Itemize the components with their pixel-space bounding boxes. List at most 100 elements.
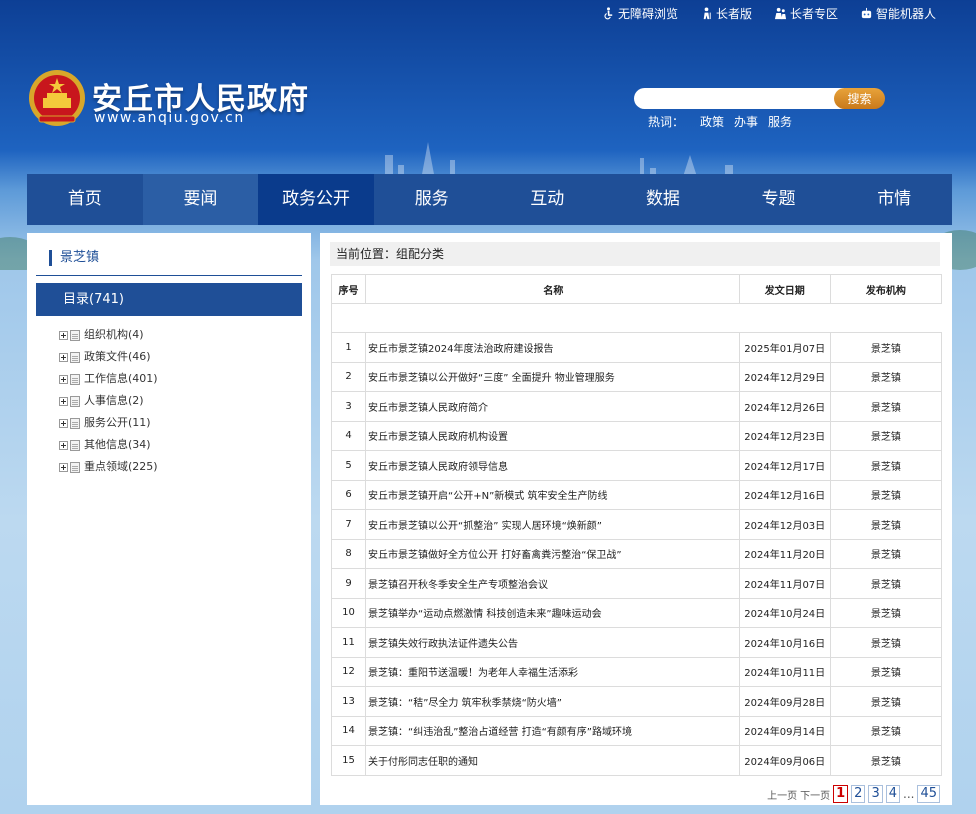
row-title-link[interactable]: 安丘市景芝镇人民政府机构设置 [368, 432, 508, 443]
tree-item-label: 其他信息(34) [84, 438, 151, 451]
table-header-row: 序号 名称 发文日期 发布机构 [330, 274, 943, 304]
tree-item[interactable]: 政策文件(46) [59, 346, 158, 368]
expand-icon[interactable] [59, 374, 68, 384]
search-input[interactable] [634, 88, 844, 109]
expand-icon[interactable] [59, 330, 68, 340]
prev-page-button[interactable]: 上一页 [767, 787, 797, 802]
row-title-cell: 景芝镇：重阳节送温暖！为老年人幸福生活添彩 [365, 656, 740, 687]
row-title-link[interactable]: 安丘市景芝镇2024年度法治政府建设报告 [368, 344, 553, 355]
row-title-link[interactable]: 景芝镇：“秸”尽全力 筑牢秋季禁烧“防火墙” [368, 698, 562, 709]
tree-item-label: 组织机构(4) [84, 328, 144, 341]
page-3[interactable]: 3 [868, 785, 883, 803]
tree-item[interactable]: 工作信息(401) [59, 368, 158, 390]
table-row[interactable]: 3 安丘市景芝镇人民政府简介 2024年12月26日 景芝镇 [330, 391, 943, 422]
hot-word-service[interactable]: 服务 [768, 113, 792, 130]
table-row[interactable]: 8 安丘市景芝镇做好全方位公开 打好畜禽粪污整治“保卫战” 2024年11月20日景… [330, 538, 943, 569]
search-button[interactable]: 搜索 [834, 88, 885, 109]
document-table: 序号 名称 发文日期 发布机构 1 安丘市景芝镇2024年度法治政府建设报告 202… [330, 274, 943, 776]
document-icon [70, 351, 80, 363]
row-title-link[interactable]: 景芝镇举办“运动点燃激情 科技创造未来”趣味运动会 [368, 609, 602, 620]
header-date: 发文日期 [738, 274, 831, 304]
row-org-cell: 景芝镇 [829, 391, 943, 422]
national-emblem-logo [29, 70, 85, 126]
wheelchair-icon [604, 7, 613, 20]
row-number-cell: 3 [330, 391, 367, 422]
row-date-cell: 2024年09月28日 [738, 686, 831, 717]
expand-icon[interactable] [59, 396, 68, 406]
tree-item[interactable]: 服务公开(11) [59, 412, 158, 434]
row-number-cell: 5 [330, 450, 367, 481]
elder-zone-link[interactable]: 长者专区 [774, 5, 838, 22]
row-title-cell: 安丘市景芝镇以公开“抓整治” 实现人居环境“焕新颜” [365, 509, 740, 540]
row-title-link[interactable]: 安丘市景芝镇人民政府简介 [368, 403, 488, 414]
nav-gov-affairs[interactable]: 政务公开 [258, 174, 374, 225]
hot-word-policy[interactable]: 政策 [700, 113, 724, 130]
row-title-link[interactable]: 安丘市景芝镇以公开“抓整治” 实现人居环境“焕新颜” [368, 521, 602, 532]
elder-zone-icon [774, 7, 787, 20]
row-title-link[interactable]: 安丘市景芝镇以公开做好“三度” 全面提升 物业管理服务 [368, 373, 615, 384]
row-org-cell: 景芝镇 [829, 627, 943, 658]
row-title-link[interactable]: 景芝镇：重阳节送温暖！为老年人幸福生活添彩 [368, 668, 578, 679]
table-row[interactable]: 4 安丘市景芝镇人民政府机构设置 2024年12月23日 景芝镇 [330, 420, 943, 451]
accessibility-link[interactable]: 无障碍浏览 [602, 5, 678, 22]
elder-version-link[interactable]: 长者版 [700, 5, 752, 22]
row-title-link[interactable]: 安丘市景芝镇做好全方位公开 打好畜禽粪污整治“保卫战” [368, 550, 622, 561]
row-title-link[interactable]: 景芝镇召开秋冬季安全生产专项整治会议 [368, 580, 548, 591]
table-row[interactable]: 1 安丘市景芝镇2024年度法治政府建设报告 2025年01月07日 景芝镇 [330, 332, 943, 363]
row-title-link[interactable]: 景芝镇：“纠违治乱”整治占道经营 打造“有颜有序”路域环境 [368, 727, 632, 738]
nav-home[interactable]: 首页 [27, 174, 143, 225]
tree-item[interactable]: 组织机构(4) [59, 324, 158, 346]
row-title-cell: 安丘市景芝镇人民政府机构设置 [365, 420, 740, 451]
nav-city-info[interactable]: 市情 [836, 174, 952, 225]
row-title-link[interactable]: 景芝镇失效行政执法证件遗失公告 [368, 639, 518, 650]
search-box: 搜索 [634, 88, 885, 109]
row-date-cell: 2024年12月23日 [738, 420, 831, 451]
elder-zone-label: 长者专区 [789, 7, 838, 21]
nav-interaction[interactable]: 互动 [490, 174, 606, 225]
expand-icon[interactable] [59, 418, 68, 428]
tree-item[interactable]: 人事信息(2) [59, 390, 158, 412]
row-org-cell: 景芝镇 [829, 361, 943, 392]
next-page-button[interactable]: 下一页 [800, 787, 830, 802]
tree-item[interactable]: 其他信息(34) [59, 434, 158, 456]
table-body: 1 安丘市景芝镇2024年度法治政府建设报告 2025年01月07日 景芝镇 2 安丘市景… [330, 303, 943, 776]
row-number-cell: 8 [330, 538, 367, 569]
hot-word-affairs[interactable]: 办事 [734, 113, 758, 130]
row-number-cell: 7 [330, 509, 367, 540]
robot-link[interactable]: 智能机器人 [860, 5, 936, 22]
table-row[interactable]: 7 安丘市景芝镇以公开“抓整治” 实现人居环境“焕新颜” 2024年12月03日 景芝… [330, 509, 943, 540]
nav-data[interactable]: 数据 [605, 174, 721, 225]
sidebar: 景芝镇 目录(741) 组织机构(4) 政策文件(46) 工作信息(401) 人… [27, 233, 311, 805]
row-date-cell: 2024年09月06日 [738, 745, 831, 776]
row-title-link[interactable]: 关于付彤同志任职的通知 [368, 757, 478, 768]
row-org-cell: 景芝镇 [829, 420, 943, 451]
page-last[interactable]: 45 [917, 785, 940, 803]
page-4[interactable]: 4 [885, 785, 900, 803]
row-title-link[interactable]: 安丘市景芝镇开启“公开+N”新模式 筑牢安全生产防线 [368, 491, 607, 502]
page-2[interactable]: 2 [851, 785, 866, 803]
directory-header[interactable]: 目录(741) [36, 283, 302, 316]
table-row[interactable]: 15 关于付彤同志任职的通知 2024年09月06日 景芝镇 [330, 745, 943, 776]
nav-service[interactable]: 服务 [374, 174, 490, 225]
nav-news[interactable]: 要闻 [142, 174, 259, 225]
row-title-cell: 安丘市景芝镇人民政府简介 [365, 391, 740, 422]
expand-icon[interactable] [59, 440, 68, 450]
table-row[interactable]: 2 安丘市景芝镇以公开做好“三度” 全面提升 物业管理服务 2024年12月29日景… [330, 361, 943, 392]
page-1[interactable]: 1 [833, 785, 849, 803]
table-row[interactable]: 10 景芝镇举办“运动点燃激情 科技创造未来”趣味运动会 2024年10月24日 景芝… [330, 597, 943, 628]
nav-topics[interactable]: 专题 [721, 174, 837, 225]
table-row[interactable]: 14 景芝镇：“纠违治乱”整治占道经营 打造“有颜有序”路域环境 2024年09月1… [330, 715, 943, 746]
row-title-link[interactable]: 安丘市景芝镇人民政府领导信息 [368, 462, 508, 473]
expand-icon[interactable] [59, 462, 68, 472]
row-number-cell: 6 [330, 479, 367, 510]
table-row[interactable]: 5 安丘市景芝镇人民政府领导信息 2024年12月17日 景芝镇 [330, 450, 943, 481]
table-row[interactable]: 13 景芝镇：“秸”尽全力 筑牢秋季禁烧“防火墙” 2024年09月28日 景芝镇 [330, 686, 943, 717]
table-row[interactable]: 6 安丘市景芝镇开启“公开+N”新模式 筑牢安全生产防线 2024年12月16日 景芝… [330, 479, 943, 510]
row-title-cell: 安丘市景芝镇2024年度法治政府建设报告 [365, 332, 740, 363]
table-row[interactable]: 9 景芝镇召开秋冬季安全生产专项整治会议 2024年11月07日 景芝镇 [330, 568, 943, 599]
row-date-cell: 2024年11月20日 [738, 538, 831, 569]
table-row[interactable]: 12 景芝镇：重阳节送温暖！为老年人幸福生活添彩 2024年10月11日 景芝镇 [330, 656, 943, 687]
table-row[interactable]: 11 景芝镇失效行政执法证件遗失公告 2024年10月16日 景芝镇 [330, 627, 943, 658]
tree-item[interactable]: 重点领域(225) [59, 456, 158, 478]
expand-icon[interactable] [59, 352, 68, 362]
